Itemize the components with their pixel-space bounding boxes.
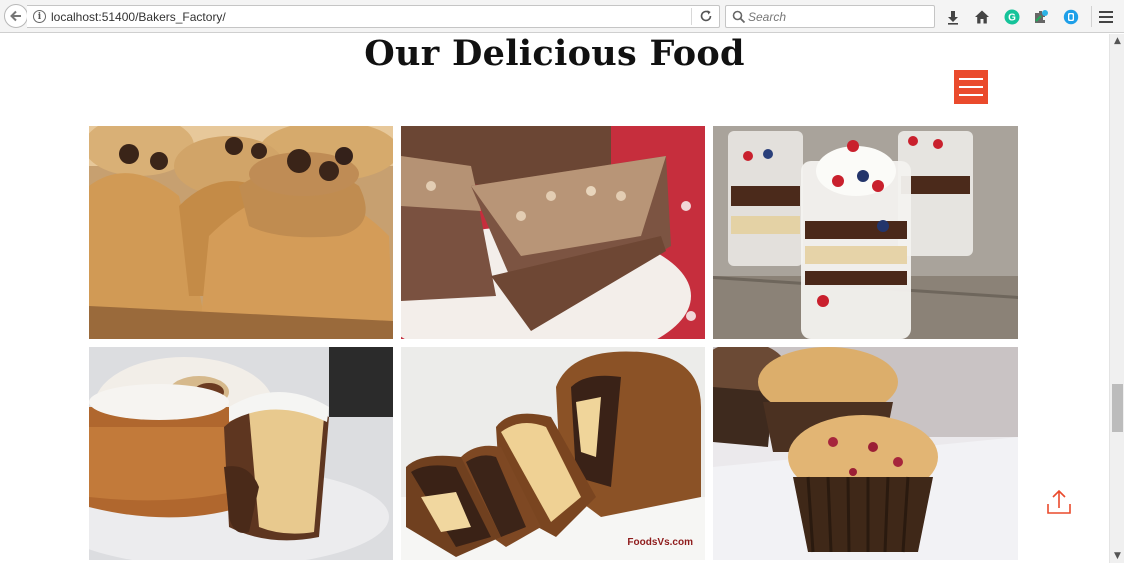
scroll-down-arrow-icon[interactable]: ▼ [1110,549,1124,563]
muffins-image [713,347,1018,560]
scroll-up-arrow-icon[interactable]: ▲ [1110,34,1124,48]
url-divider [691,8,692,25]
home-icon[interactable] [972,7,992,27]
info-icon[interactable]: i [33,10,46,23]
menu-bar-line [959,94,983,96]
menu-bar-line [959,78,983,80]
gallery-tile-bundt-cake[interactable] [89,347,393,560]
url-text[interactable]: localhost:51400/Bakers_Factory/ [51,10,226,24]
image-watermark: FoodsVs.com [627,537,693,548]
loaf-cake-image [401,347,705,560]
toolbar-divider [1091,6,1092,27]
gallery-tile-hazelnut-tart[interactable] [401,126,705,339]
cookie-cupcakes-image [89,126,393,339]
back-icon [10,10,21,22]
gallery-tile-trifle-cups[interactable] [713,126,1018,339]
browser-toolbar: i localhost:51400/Bakers_Factory/ Search… [0,0,1124,33]
reload-icon[interactable] [698,9,714,25]
scrollbar-thumb[interactable] [1112,384,1123,432]
gallery-tile-muffins[interactable] [713,347,1018,560]
search-icon [732,10,746,24]
gallery-tile-loaf-cake[interactable]: FoodsVs.com [401,347,705,560]
address-bar[interactable]: i localhost:51400/Bakers_Factory/ [27,5,720,28]
menu-bar-line [959,86,983,88]
menu-toggle-button[interactable] [954,70,988,104]
search-bar[interactable] [725,5,935,28]
page-content: Our Delicious Food FoodsVs.com [0,34,1109,563]
scroll-to-top-icon[interactable] [1044,487,1074,517]
svg-text:G: G [1008,13,1016,24]
skype-icon[interactable] [1061,7,1081,27]
hamburger-menu-icon[interactable] [1096,7,1116,27]
download-icon[interactable] [943,7,963,27]
extension-icon[interactable] [1031,7,1051,27]
search-input[interactable] [748,8,928,26]
food-gallery: FoodsVs.com [89,126,1024,563]
gallery-tile-cookie-cupcakes[interactable] [89,126,393,339]
page-title: Our Delicious Food [364,34,745,74]
back-button[interactable] [4,4,28,28]
trifle-cups-image [713,126,1018,339]
vertical-scrollbar[interactable]: ▲ ▼ [1109,34,1124,563]
grammarly-icon[interactable]: G [1002,7,1022,27]
url-host: localhost: [51,10,102,24]
bundt-cake-image [89,347,393,560]
hazelnut-tart-image [401,126,705,339]
url-path: 51400/Bakers_Factory/ [101,10,226,24]
